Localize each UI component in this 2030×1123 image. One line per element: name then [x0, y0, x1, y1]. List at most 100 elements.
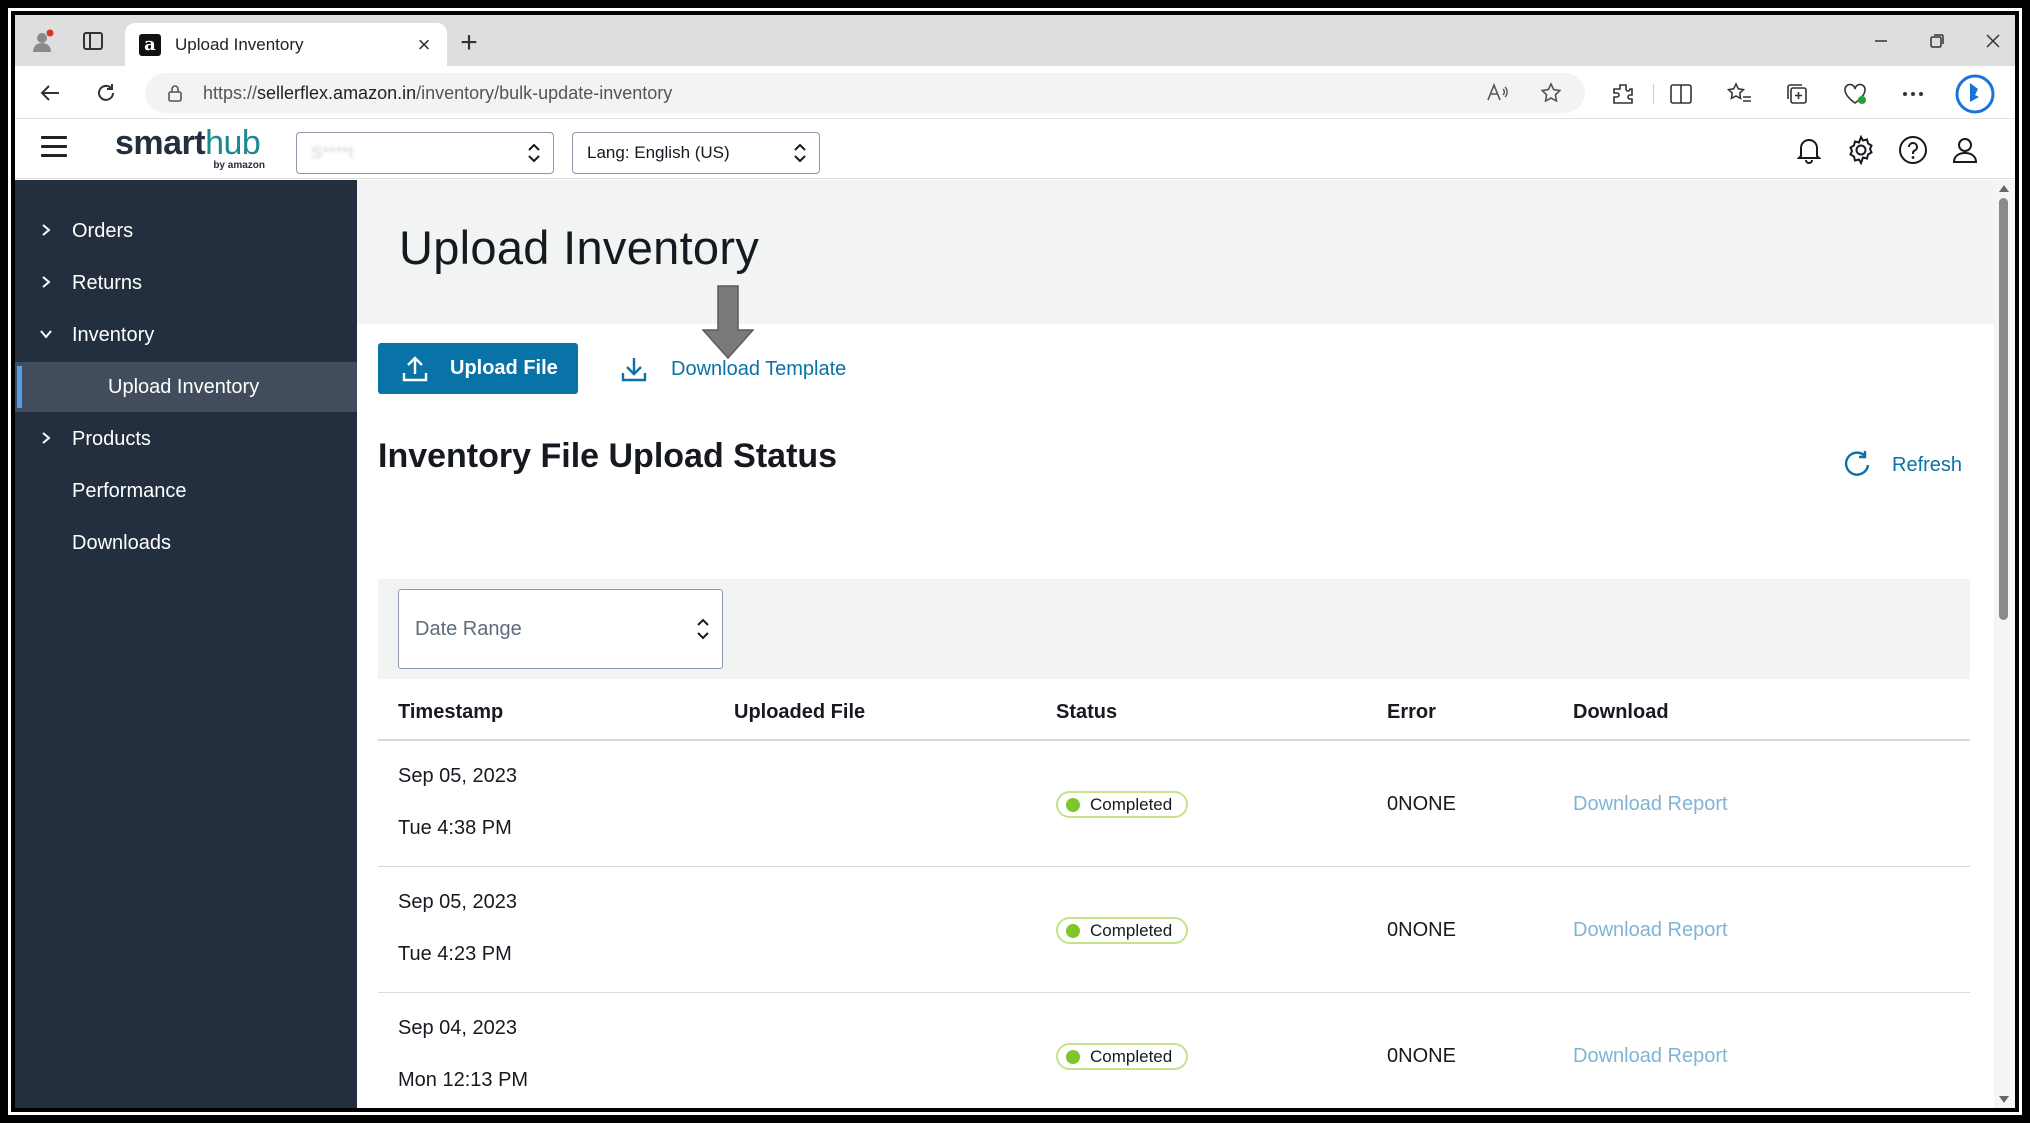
collections-icon[interactable]: [1781, 78, 1813, 110]
main-content: Upload Inventory Upload File Download Te…: [357, 180, 1994, 1108]
address-bar-row: https://sellerflex.amazon.in/inventory/b…: [15, 66, 2015, 119]
download-report-link[interactable]: Download Report: [1573, 793, 1728, 816]
status-dot-icon: [1066, 1049, 1080, 1064]
chevron-right-icon: [42, 276, 51, 288]
upload-icon: [402, 355, 428, 381]
browser-essentials-icon[interactable]: [1839, 78, 1871, 110]
sidebar-item-label: Downloads: [72, 531, 171, 554]
status-dot-icon: [1066, 923, 1080, 938]
favorite-star-icon[interactable]: [1539, 81, 1563, 110]
amazon-favicon-icon: a: [139, 33, 161, 56]
user-profile-icon[interactable]: [1949, 134, 1981, 166]
select-arrows-icon: [528, 143, 540, 163]
new-tab-icon[interactable]: +: [453, 26, 485, 59]
sidebar-item-downloads[interactable]: Downloads: [15, 518, 357, 568]
table-header: Timestamp Uploaded File Status Error Dow…: [378, 679, 1970, 741]
status-badge: Completed: [1056, 917, 1189, 944]
sidebar-item-inventory[interactable]: Inventory: [15, 310, 357, 360]
filter-bar: Date Range: [378, 579, 1970, 679]
column-header-status: Status: [1056, 701, 1118, 723]
column-header-error: Error: [1387, 701, 1436, 723]
more-options-icon[interactable]: [1897, 78, 1929, 110]
restore-icon[interactable]: [1917, 25, 1957, 57]
notification-bell-icon[interactable]: [1793, 134, 1825, 166]
active-indicator: [17, 366, 22, 408]
column-header-timestamp: Timestamp: [398, 701, 504, 723]
sidebar-item-upload-inventory[interactable]: Upload Inventory: [15, 362, 357, 412]
scroll-up-icon[interactable]: [1999, 185, 2009, 192]
chevron-down-icon: [40, 330, 52, 339]
row-error: 0NONE: [1387, 1045, 1456, 1067]
row-date: Sep 05, 2023: [398, 765, 517, 787]
download-icon: [621, 358, 647, 382]
close-window-icon[interactable]: [1973, 25, 2013, 57]
profile-icon[interactable]: [27, 25, 59, 57]
row-date: Sep 05, 2023: [398, 891, 517, 913]
tab-strip: a Upload Inventory × +: [15, 15, 2015, 66]
select-arrows-icon: [794, 143, 806, 163]
sidebar-item-performance[interactable]: Performance: [15, 466, 357, 516]
split-screen-icon[interactable]: [1665, 78, 1697, 110]
upload-status-table: Timestamp Uploaded File Status Error Dow…: [378, 679, 1970, 1108]
scroll-down-icon[interactable]: [1999, 1096, 2009, 1103]
read-aloud-icon[interactable]: [1485, 81, 1509, 110]
language-select[interactable]: Lang: English (US): [572, 132, 820, 174]
status-badge: Completed: [1056, 1043, 1189, 1070]
sidebar-nav: Orders Returns Inventory Upload Inventor…: [15, 180, 357, 1108]
column-header-download: Download: [1573, 701, 1669, 723]
url-text: https://sellerflex.amazon.in/inventory/b…: [203, 82, 673, 103]
status-badge: Completed: [1056, 791, 1189, 818]
section-title: Inventory File Upload Status: [378, 437, 838, 475]
refresh-icon: [1844, 451, 1870, 476]
select-arrows-icon: [697, 618, 709, 640]
table-row: Sep 04, 2023 Mon 12:13 PM Completed 0NON…: [378, 993, 1970, 1108]
tab-title: Upload Inventory: [175, 34, 304, 54]
refresh-button[interactable]: Refresh: [1842, 450, 1962, 480]
sidebar-item-orders[interactable]: Orders: [15, 206, 357, 256]
tab-close-icon[interactable]: ×: [411, 32, 437, 58]
back-arrow-icon[interactable]: [33, 76, 67, 110]
sidebar-item-label: Performance: [72, 479, 187, 502]
settings-gear-icon[interactable]: [1845, 134, 1877, 166]
chevron-right-icon: [42, 432, 51, 444]
row-error: 0NONE: [1387, 793, 1456, 815]
bing-copilot-icon[interactable]: [1955, 74, 1995, 114]
chevron-right-icon: [42, 224, 51, 236]
extensions-icon[interactable]: [1607, 78, 1639, 110]
account-select[interactable]: S****t: [296, 132, 554, 174]
screenshot-frame: a Upload Inventory × + https://sellerfle…: [0, 0, 2030, 1123]
date-range-select[interactable]: Date Range: [398, 589, 723, 669]
favorites-list-icon[interactable]: [1723, 78, 1755, 110]
upload-file-button[interactable]: Upload File: [378, 343, 578, 394]
table-row: Sep 05, 2023 Tue 4:23 PM Completed 0NONE…: [378, 867, 1970, 993]
toolbar-separator: [1653, 84, 1654, 104]
sidebar-item-products[interactable]: Products: [15, 414, 357, 464]
browser-window: a Upload Inventory × + https://sellerfle…: [15, 15, 2015, 1108]
sidebar-item-label: Products: [72, 427, 151, 450]
sidebar-item-label: Returns: [72, 271, 143, 294]
page-scrollbar[interactable]: [1994, 180, 2015, 1108]
page-title: Upload Inventory: [399, 221, 760, 274]
date-range-placeholder: Date Range: [415, 617, 522, 640]
annotation-arrow-icon: [702, 285, 754, 360]
page-header: Upload Inventory: [357, 180, 1994, 324]
sidebar-item-label: Orders: [72, 219, 134, 242]
sidebar-item-returns[interactable]: Returns: [15, 258, 357, 308]
help-question-icon[interactable]: [1897, 134, 1929, 166]
minimize-icon[interactable]: [1861, 25, 1901, 57]
tab-actions-icon[interactable]: [77, 25, 109, 57]
row-error: 0NONE: [1387, 919, 1456, 941]
scroll-thumb[interactable]: [1999, 198, 2008, 620]
tab-upload-inventory[interactable]: a Upload Inventory ×: [125, 23, 447, 66]
status-dot-icon: [1066, 797, 1080, 812]
download-report-link[interactable]: Download Report: [1573, 919, 1728, 942]
url-bar[interactable]: https://sellerflex.amazon.in/inventory/b…: [145, 73, 1585, 113]
smarthub-logo[interactable]: smarthub by amazon: [115, 124, 265, 174]
account-select-value: S****t: [311, 143, 354, 162]
table-row: Sep 05, 2023 Tue 4:38 PM Completed 0NONE…: [378, 741, 1970, 867]
hamburger-menu-icon[interactable]: [41, 136, 67, 162]
reload-icon[interactable]: [89, 76, 123, 110]
lock-icon[interactable]: [165, 83, 185, 103]
download-report-link[interactable]: Download Report: [1573, 1045, 1728, 1068]
row-date: Sep 04, 2023: [398, 1017, 517, 1039]
